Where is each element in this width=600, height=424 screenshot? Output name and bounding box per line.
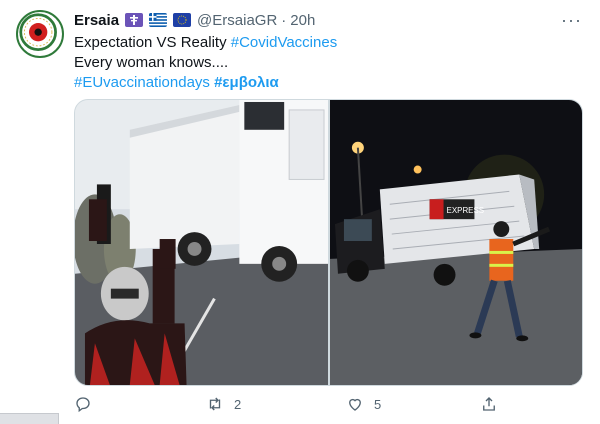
more-options-icon[interactable]: ··· [561, 10, 582, 31]
van-logo-text: EXPRESS [447, 206, 485, 215]
tweet-actions: 2 5 [74, 395, 504, 417]
tweet-text: Expectation VS Reality #CovidVaccines Ev… [74, 33, 579, 93]
retweet-icon [209, 397, 221, 411]
text-line-1: Expectation VS Reality #CovidVaccines [74, 33, 579, 53]
text-plain: Expectation VS Reality [74, 34, 231, 51]
media-image-left[interactable] [75, 100, 328, 385]
heart-icon [349, 398, 361, 411]
tweet-card[interactable]: Ersaia @ErsaiaGR · 20h ··· Expectation V… [0, 0, 600, 424]
hashtag-covidvaccines[interactable]: #CovidVaccines [231, 34, 337, 51]
share-icon [483, 397, 495, 411]
avatar[interactable] [16, 10, 64, 58]
share-button[interactable] [480, 395, 498, 413]
reply-icon [76, 397, 90, 413]
text-line-3: #EUvaccinationdays #εμβολια [74, 73, 579, 93]
media-image-right[interactable]: EXPRESS [330, 100, 582, 385]
author-name[interactable]: Ersaia [74, 12, 119, 29]
like-count: 5 [374, 396, 382, 412]
author-handle[interactable]: @ErsaiaGR [197, 12, 277, 29]
tweet-header: Ersaia @ErsaiaGR · 20h [74, 10, 315, 30]
separator-dot: · [281, 11, 287, 29]
retweet-count: 2 [234, 396, 242, 412]
status-bar-fragment [0, 413, 59, 424]
text-line-2: Every woman knows.... [74, 54, 229, 71]
like-button[interactable]: 5 [346, 395, 381, 413]
retweet-button[interactable]: 2 [206, 395, 241, 413]
orthodox-cross-icon [125, 13, 144, 27]
reply-button[interactable] [74, 395, 92, 413]
greece-flag-icon [149, 13, 168, 27]
eu-flag-icon [173, 13, 192, 27]
timestamp[interactable]: 20h [290, 12, 315, 29]
hashtag-euvaccinationdays[interactable]: #EUvaccinationdays [74, 74, 210, 91]
media-grid: EXPRESS [74, 99, 583, 386]
hashtag-emvolia[interactable]: #εμβολια [214, 74, 279, 91]
